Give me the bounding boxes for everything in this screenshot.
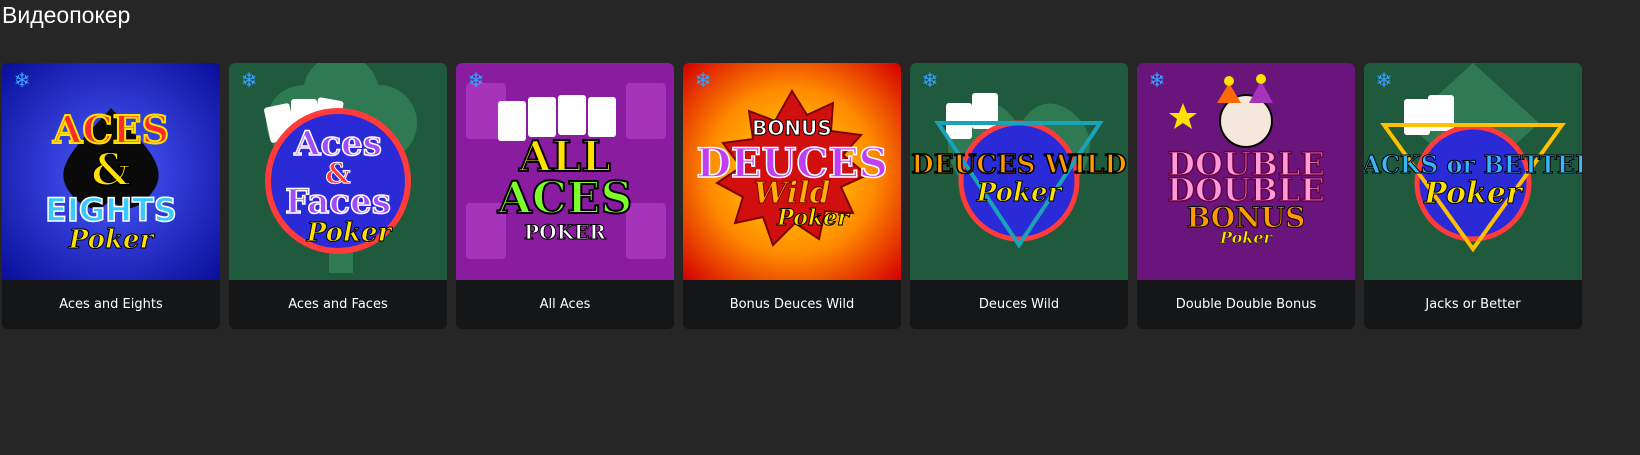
snowflake-icon[interactable]: ❄ — [1373, 69, 1395, 91]
logo-line: Faces — [285, 182, 391, 222]
logo-line: Poker — [306, 218, 394, 248]
game-thumbnail[interactable]: DOUBLE DOUBLE BONUS Poker ❄ — [1137, 63, 1355, 280]
logo-line: JACKS or BETTER — [1364, 150, 1582, 179]
game-title[interactable]: Deuces Wild — [910, 280, 1128, 329]
game-thumbnail[interactable]: JACKS or BETTER Poker ❄ — [1364, 63, 1582, 280]
game-card-deuces-wild[interactable]: DEUCES WILD Poker ❄ Deuces Wild — [910, 63, 1128, 329]
logo-line: EIGHTS — [45, 191, 177, 229]
game-thumbnail[interactable]: Aces & Faces Poker ❄ — [229, 63, 447, 280]
snowflake-icon[interactable]: ❄ — [919, 69, 941, 91]
game-logo-art: Aces & Faces Poker — [229, 63, 447, 280]
game-carousel: ACES & EIGHTS Poker ❄ Aces and Eights Ac… — [2, 63, 1640, 329]
logo-line: Poker — [68, 225, 156, 255]
logo-line: & — [91, 145, 131, 196]
snowflake-icon[interactable]: ❄ — [465, 69, 487, 91]
logo-line: Poker — [976, 178, 1064, 208]
game-card-aces-and-eights[interactable]: ACES & EIGHTS Poker ❄ Aces and Eights — [2, 63, 220, 329]
game-title[interactable]: Aces and Faces — [229, 280, 447, 329]
game-title[interactable]: Jacks or Better — [1364, 280, 1582, 329]
logo-line: POKER — [524, 220, 606, 244]
game-card-bonus-deuces-wild[interactable]: BONUS DEUCES Wild Poker ❄ Bonus Deuces W… — [683, 63, 901, 329]
game-card-jacks-or-better[interactable]: JACKS or BETTER Poker ❄ Jacks or Better — [1364, 63, 1582, 329]
logo-line: ACES — [497, 173, 632, 224]
game-title[interactable]: Double Double Bonus — [1137, 280, 1355, 329]
game-thumbnail[interactable]: ALL ACES POKER ❄ — [456, 63, 674, 280]
game-logo-art: DEUCES WILD Poker — [910, 63, 1128, 280]
game-thumbnail[interactable]: DEUCES WILD Poker ❄ — [910, 63, 1128, 280]
logo-line: Poker — [1423, 176, 1524, 211]
game-title[interactable]: Aces and Eights — [2, 280, 220, 329]
game-logo-art: JACKS or BETTER Poker — [1364, 63, 1582, 280]
game-card-aces-and-faces[interactable]: Aces & Faces Poker ❄ Aces and Faces — [229, 63, 447, 329]
game-title[interactable]: All Aces — [456, 280, 674, 329]
game-thumbnail[interactable]: BONUS DEUCES Wild Poker ❄ — [683, 63, 901, 280]
snowflake-icon[interactable]: ❄ — [238, 69, 260, 91]
snowflake-icon[interactable]: ❄ — [11, 69, 33, 91]
game-card-all-aces[interactable]: ALL ACES POKER ❄ All Aces — [456, 63, 674, 329]
game-logo-art: ACES & EIGHTS Poker — [2, 63, 220, 280]
game-thumbnail[interactable]: ACES & EIGHTS Poker ❄ — [2, 63, 220, 280]
section-title: Видеопокер — [2, 2, 131, 28]
logo-line: Poker — [776, 205, 850, 231]
game-logo-art: DOUBLE DOUBLE BONUS Poker — [1137, 63, 1355, 280]
logo-line: Poker — [1219, 228, 1274, 247]
game-card-double-double-bonus[interactable]: DOUBLE DOUBLE BONUS Poker ❄ Double Doubl… — [1137, 63, 1355, 329]
game-title[interactable]: Bonus Deuces Wild — [683, 280, 901, 329]
logo-line: DEUCES WILD — [911, 150, 1127, 180]
snowflake-icon[interactable]: ❄ — [692, 69, 714, 91]
snowflake-icon[interactable]: ❄ — [1146, 69, 1168, 91]
game-logo-art: ALL ACES POKER — [456, 63, 674, 280]
logo-line: BONUS — [752, 116, 832, 140]
game-logo-art: BONUS DEUCES Wild Poker — [683, 63, 901, 280]
